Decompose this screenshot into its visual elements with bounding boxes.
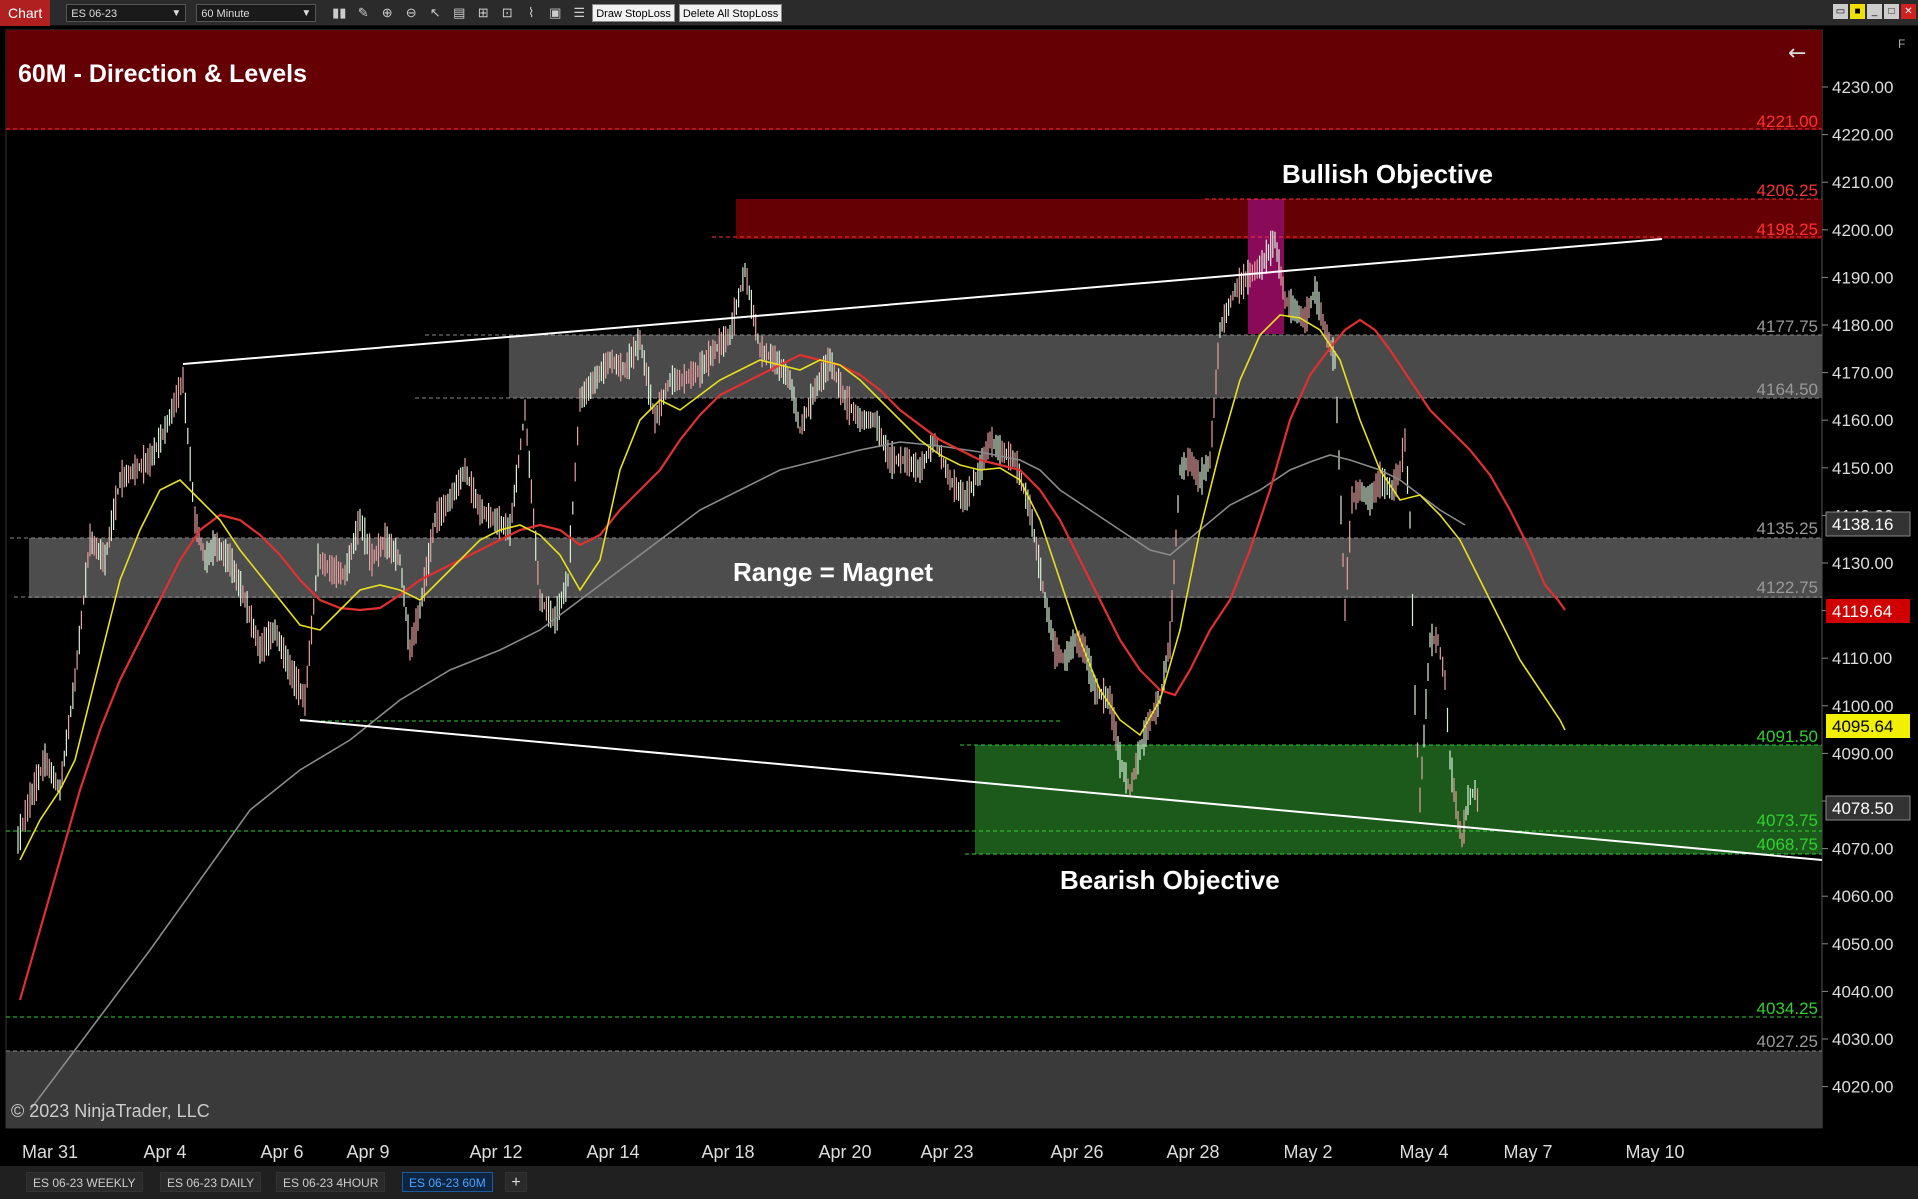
price-tick-label: 4190.00 (1832, 268, 1893, 287)
support-zone (975, 745, 1822, 854)
price-tick-label: 4170.00 (1832, 364, 1893, 383)
price-tick-label: 4230.00 (1832, 78, 1893, 97)
price-tick-label: 4210.00 (1832, 173, 1893, 192)
level-label: 4221.00 (1757, 112, 1818, 131)
lower-range-zone (6, 1051, 1822, 1128)
date-tick-label: Apr 6 (260, 1142, 303, 1162)
level-label: 4206.25 (1757, 181, 1818, 200)
back-arrow-icon[interactable]: ← (1788, 41, 1806, 66)
pin-window-icon[interactable]: ■ (1850, 4, 1865, 19)
chevron-down-icon: ▼ (301, 7, 312, 19)
draw-stoploss-button[interactable]: Draw StopLoss (592, 3, 675, 22)
interval-select[interactable]: 60 Minute ▼ (196, 3, 317, 22)
copyright-text: © 2023 NinjaTrader, LLC (11, 1101, 210, 1121)
close-window-icon[interactable]: ✕ (1901, 4, 1916, 19)
price-tick-label: 4160.00 (1832, 411, 1893, 430)
date-tick-label: May 2 (1283, 1142, 1332, 1162)
f-button[interactable]: F (1898, 37, 1905, 51)
chevron-down-icon: ▼ (171, 7, 182, 19)
templates-icon[interactable]: ⊞ (474, 4, 492, 22)
list-icon[interactable]: ☰ (570, 4, 588, 22)
price-tick-label: 4090.00 (1832, 744, 1893, 763)
price-tick-label: 4030.00 (1832, 1030, 1893, 1049)
interval-value: 60 Minute (201, 7, 250, 20)
date-tick-label: Apr 12 (469, 1142, 522, 1162)
date-tick-label: Apr 14 (586, 1142, 639, 1162)
level-label: 4198.25 (1757, 220, 1818, 239)
date-tick-label: Apr 9 (346, 1142, 389, 1162)
pointer-icon[interactable]: ↖ (426, 4, 444, 22)
price-tick-label: 4100.00 (1832, 697, 1893, 716)
add-tab-button[interactable]: + (505, 1172, 527, 1192)
indicators-icon[interactable]: ⌇ (522, 4, 540, 22)
range-magnet-label: Range = Magnet (733, 557, 933, 587)
zoom-out-icon[interactable]: ⊖ (402, 4, 420, 22)
date-tick-label: Apr 18 (701, 1142, 754, 1162)
date-tick-label: Mar 31 (22, 1142, 78, 1162)
level-label: 4073.75 (1757, 811, 1818, 830)
level-label: 4135.25 (1757, 519, 1818, 538)
tab-4hour[interactable]: ES 06-23 4HOUR (276, 1172, 386, 1192)
price-tick-label: 4060.00 (1832, 887, 1893, 906)
chart-toolbar: Chart ES 06-23 ▼ 60 Minute ▼ ▮▮ ✎ ⊕ ⊖ ↖ ▤ … (0, 0, 1918, 26)
instrument-select[interactable]: ES 06-23 ▼ (66, 3, 187, 22)
price-tick-label: 4040.00 (1832, 982, 1893, 1001)
chart-title: 60M - Direction & Levels (18, 60, 307, 88)
level-label: 4177.75 (1757, 317, 1818, 336)
price-tick-label: 4200.00 (1832, 221, 1893, 240)
date-tick-label: Apr 28 (1166, 1142, 1219, 1162)
level-label: 4027.25 (1757, 1032, 1818, 1051)
delete-stoploss-button[interactable]: Delete All StopLoss (678, 3, 783, 22)
price-tick-label: 4130.00 (1832, 554, 1893, 573)
price-tick-label: 4050.00 (1832, 935, 1893, 954)
price-chart[interactable]: 60M - Direction & Levels ← Bullish Objec… (0, 27, 1918, 1166)
date-tick-label: Apr 4 (143, 1142, 186, 1162)
level-label: 4034.25 (1757, 999, 1818, 1018)
date-tick-label: Apr 20 (818, 1142, 871, 1162)
tab-weekly[interactable]: ES 06-23 WEEKLY (26, 1172, 143, 1192)
app-chart-tab[interactable]: Chart (0, 0, 51, 26)
bullish-objective-label: Bullish Objective (1282, 159, 1493, 189)
bar-style-icon[interactable]: ▮▮ (330, 4, 348, 22)
price-tick-label: 4070.00 (1832, 840, 1893, 859)
minimize-window-icon[interactable]: _ (1867, 4, 1882, 19)
properties-icon[interactable]: ▤ (450, 4, 468, 22)
date-tick-label: May 4 (1399, 1142, 1448, 1162)
date-tick-label: Apr 23 (920, 1142, 973, 1162)
price-tick-label: 4180.00 (1832, 316, 1893, 335)
level-label: 4091.50 (1757, 727, 1818, 746)
price-marker-text: 4119.64 (1832, 602, 1892, 621)
date-axis[interactable]: Mar 31 Apr 4 Apr 6 Apr 9 Apr 12 Apr 14 Apr 18 A… (22, 1142, 1685, 1162)
level-label: 4068.75 (1757, 835, 1818, 854)
price-marker-text: 4078.50 (1832, 799, 1893, 818)
price-tick-label: 4020.00 (1832, 1078, 1893, 1097)
draw-pencil-icon[interactable]: ✎ (354, 4, 372, 22)
tab-daily[interactable]: ES 06-23 DAILY (160, 1172, 262, 1192)
level-label: 4164.50 (1757, 380, 1818, 399)
price-tick-label: 4150.00 (1832, 459, 1893, 478)
date-tick-label: May 10 (1625, 1142, 1684, 1162)
price-tick-label: 4220.00 (1832, 126, 1893, 145)
data-box-icon[interactable]: ▣ (546, 4, 564, 22)
tab-60m[interactable]: ES 06-23 60M (402, 1172, 493, 1192)
level-label: 4122.75 (1757, 578, 1818, 597)
date-tick-label: May 7 (1503, 1142, 1552, 1162)
price-tick-label: 4110.00 (1832, 649, 1892, 668)
chart-tabs-bar: ES 06-23 WEEKLY ES 06-23 DAILY ES 06-23 … (0, 1166, 1918, 1199)
instrument-value: ES 06-23 (71, 7, 118, 20)
price-marker-text: 4138.16 (1832, 515, 1893, 534)
strategies-icon[interactable]: ⊡ (498, 4, 516, 22)
zoom-in-icon[interactable]: ⊕ (378, 4, 396, 22)
bearish-objective-label: Bearish Objective (1060, 865, 1280, 895)
date-tick-label: Apr 26 (1050, 1142, 1103, 1162)
maximize-window-icon[interactable]: □ (1884, 4, 1899, 19)
price-marker-text: 4095.64 (1832, 717, 1893, 736)
restore-window-icon[interactable]: ▭ (1833, 4, 1848, 19)
